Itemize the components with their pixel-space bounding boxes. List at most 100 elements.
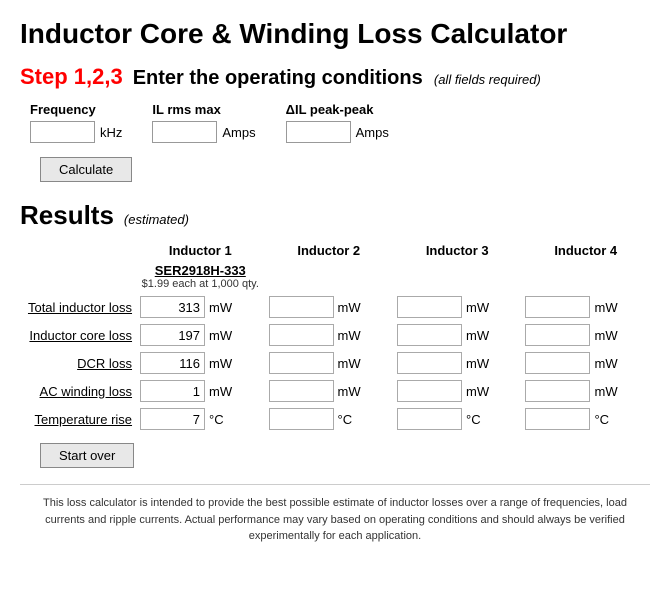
result-input-0-2[interactable] [397,296,462,318]
row-label-text-0[interactable]: Total inductor loss [28,300,132,315]
il-rms-input-row: 7.10 Amps [152,121,255,143]
result-cell-3-3: mW [521,377,650,405]
col-header-inductor4: Inductor 4 [521,241,650,260]
result-cell-1-1: mW [265,321,393,349]
row-label-4: Temperature rise [20,405,136,433]
result-unit-2-2: mW [466,356,486,371]
result-input-4-0[interactable] [140,408,205,430]
result-input-4-1[interactable] [269,408,334,430]
table-row: DCR loss mW mW mW mW [20,349,650,377]
result-input-2-3[interactable] [525,352,590,374]
table-row: AC winding lossmWmWmWmW [20,377,650,405]
table-row: Total inductor loss mW mW mW mW [20,293,650,321]
result-input-1-2[interactable] [397,324,462,346]
result-input-2-0[interactable] [140,352,205,374]
il-rms-input[interactable]: 7.10 [152,121,217,143]
result-input-1-1[interactable] [269,324,334,346]
result-unit-1-0: mW [209,328,229,343]
results-table: Inductor 1 Inductor 2 Inductor 3 Inducto… [20,241,650,433]
result-unit-2-3: mW [594,356,614,371]
row-label-text-1[interactable]: Inductor core loss [29,328,132,343]
fields-row: Frequency 200 kHz IL rms max 7.10 Amps Δ… [30,102,650,143]
result-cell-2-3: mW [521,349,650,377]
frequency-input[interactable]: 200 [30,121,95,143]
results-title: Results [20,200,114,231]
row-label-2: DCR loss [20,349,136,377]
result-input-1-3[interactable] [525,324,590,346]
result-unit-0-2: mW [466,300,486,315]
result-unit-4-2: °C [466,412,486,427]
delta-il-group: ΔIL peak-peak 3.00 Amps [286,102,389,143]
il-rms-group: IL rms max 7.10 Amps [152,102,255,143]
result-input-4-2[interactable] [397,408,462,430]
result-unit-4-1: °C [338,412,358,427]
table-row: Inductor core loss mW mW mW mW [20,321,650,349]
result-unit-3-2: mW [466,384,486,399]
result-unit-0-3: mW [594,300,614,315]
result-unit-1-3: mW [594,328,614,343]
inductor1-name[interactable]: SER2918H-333 [140,263,260,278]
result-cell-0-1: mW [265,293,393,321]
delta-il-unit: Amps [356,125,389,140]
row-label-1: Inductor core loss [20,321,136,349]
result-unit-2-0: mW [209,356,229,371]
row-label-text-4[interactable]: Temperature rise [34,412,132,427]
result-unit-1-1: mW [338,328,358,343]
result-cell-4-1: °C [265,405,393,433]
result-input-3-2[interactable] [397,380,462,402]
result-cell-4-0: °C [136,405,264,433]
result-cell-3-0: mW [136,377,264,405]
row-label-3: AC winding loss [20,377,136,405]
step-section: Step 1,2,3 Enter the operating condition… [20,64,650,182]
inductor2-info-empty [265,260,393,293]
result-cell-1-2: mW [393,321,521,349]
startover-button[interactable]: Start over [40,443,134,468]
result-unit-4-3: °C [594,412,614,427]
disclaimer: This loss calculator is intended to prov… [20,484,650,555]
result-cell-4-3: °C [521,405,650,433]
step-header: Step 1,2,3 Enter the operating condition… [20,64,650,90]
inductor1-info: SER2918H-333 $1.99 each at 1,000 qty. [136,260,264,293]
result-cell-3-2: mW [393,377,521,405]
row-label-text-3[interactable]: AC winding loss [40,384,133,399]
result-input-0-1[interactable] [269,296,334,318]
results-subtitle: (estimated) [124,212,189,227]
frequency-input-row: 200 kHz [30,121,122,143]
result-cell-2-2: mW [393,349,521,377]
il-rms-unit: Amps [222,125,255,140]
result-cell-2-1: mW [265,349,393,377]
frequency-group: Frequency 200 kHz [30,102,122,143]
result-input-3-3[interactable] [525,380,590,402]
result-cell-0-0: mW [136,293,264,321]
col-header-empty [20,241,136,260]
result-cell-1-3: mW [521,321,650,349]
result-input-3-0[interactable] [140,380,205,402]
row-label-text-2[interactable]: DCR loss [77,356,132,371]
result-input-0-3[interactable] [525,296,590,318]
inductor4-info-empty [521,260,650,293]
inductor3-info-empty [393,260,521,293]
startover-row: Start over [30,443,650,468]
result-input-4-3[interactable] [525,408,590,430]
table-row: Temperature rise °C °C °C °C [20,405,650,433]
results-section: Results (estimated) Inductor 1 Inductor … [20,200,650,468]
result-unit-2-1: mW [338,356,358,371]
result-input-2-1[interactable] [269,352,334,374]
il-rms-label: IL rms max [152,102,255,117]
delta-il-input[interactable]: 3.00 [286,121,351,143]
delta-il-label: ΔIL peak-peak [286,102,389,117]
col-header-inductor1: Inductor 1 [136,241,264,260]
result-unit-3-3: mW [594,384,614,399]
result-unit-3-1: mW [338,384,358,399]
result-input-0-0[interactable] [140,296,205,318]
result-input-1-0[interactable] [140,324,205,346]
result-unit-0-1: mW [338,300,358,315]
calculate-button[interactable]: Calculate [40,157,132,182]
result-input-3-1[interactable] [269,380,334,402]
result-unit-4-0: °C [209,412,229,427]
col-header-inductor3: Inductor 3 [393,241,521,260]
result-cell-1-0: mW [136,321,264,349]
inductor1-price: $1.99 each at 1,000 qty. [140,278,260,290]
result-input-2-2[interactable] [397,352,462,374]
inductor1-name-empty [20,260,136,293]
